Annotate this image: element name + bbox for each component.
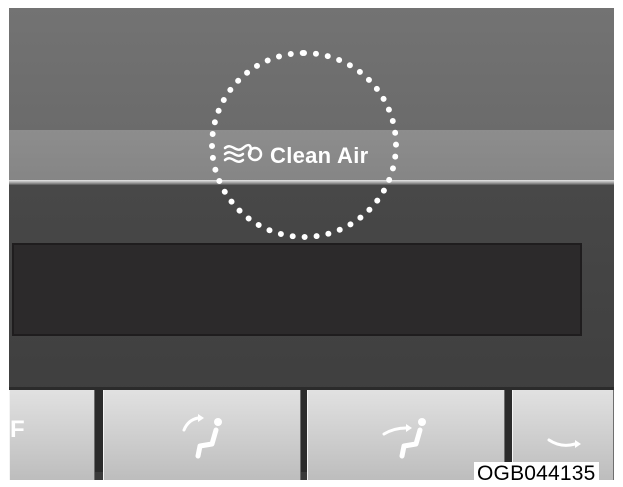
display-window: [12, 243, 582, 336]
vent-face-icon: [176, 412, 232, 467]
off-button-label: F: [10, 416, 25, 443]
vent-face-button[interactable]: [103, 390, 301, 480]
image-code-label: OGB044135: [474, 462, 599, 486]
highlight-circle: [209, 50, 399, 240]
vent-bilevel-icon: [376, 412, 436, 467]
off-button[interactable]: F: [9, 390, 95, 480]
